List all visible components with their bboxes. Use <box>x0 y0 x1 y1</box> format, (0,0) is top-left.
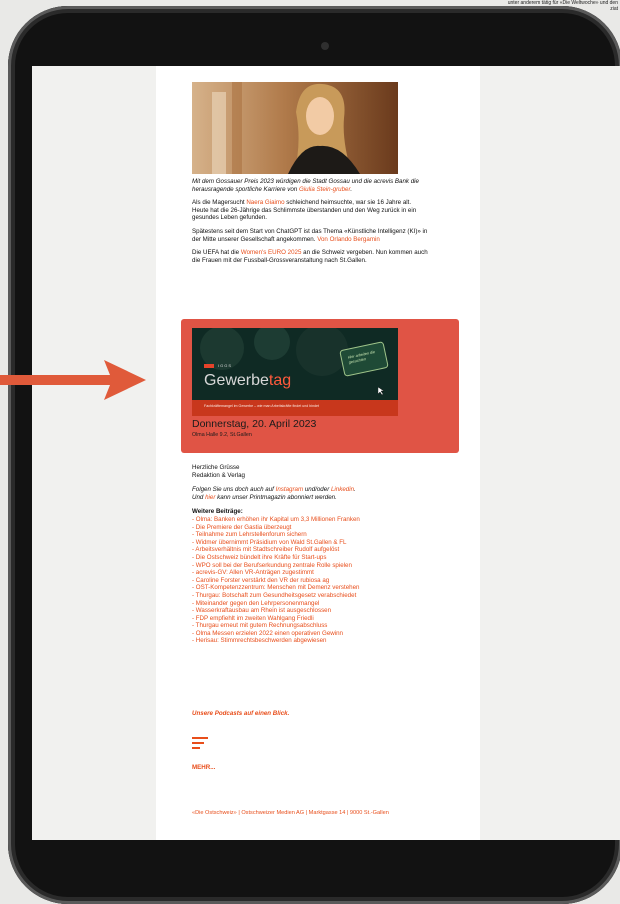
article-link[interactable]: - Thurgau: Botschaft zum Gesundheitsgese… <box>192 592 428 600</box>
text: Und <box>192 493 206 501</box>
text: Folgen Sie uns doch auch auf <box>192 486 276 494</box>
title-accent: tag <box>268 372 292 389</box>
article-link[interactable]: - OST-Kompetenzzentrum: Menschen mit Dem… <box>192 584 428 592</box>
event-place: Olma Halle 9.2, St.Gallen <box>192 432 252 438</box>
newsletter-content: Mit dem Gossauer Preis 2023 würdigen die… <box>192 178 428 270</box>
greeting-line: Redaktion & Verlag <box>192 471 245 479</box>
article-link[interactable]: - Wasserkraftausbau am Rhein ist ausgesc… <box>192 607 428 615</box>
footer-text: «Die Ostschweiz» | Ostschweizer Medien A… <box>192 810 389 816</box>
article-link[interactable]: - Arbeitsverhältnis mit Stadtschreiber R… <box>192 546 428 554</box>
text: Spätestens seit dem Start von ChatGPT is… <box>192 227 428 243</box>
menu-lines-icon[interactable] <box>192 736 208 750</box>
hero-image[interactable] <box>192 82 398 174</box>
title-main: Gewerbe <box>204 372 269 389</box>
newsletter-email: Mit dem Gossauer Preis 2023 würdigen die… <box>156 66 480 840</box>
tablet-screen: Mit dem Gossauer Preis 2023 würdigen die… <box>32 66 620 840</box>
article-link[interactable]: - WPO soll bei der Berufserkundung zentr… <box>192 562 428 570</box>
link-naera-giaimo[interactable]: Naera Giaimo <box>246 199 284 206</box>
article-link[interactable]: - Thurgau erneut mit gutem Rechnungsabsc… <box>192 622 428 630</box>
article-link[interactable]: - Die Premiere der Gastia überzeugt <box>192 524 428 532</box>
paragraph-uefa: Die UEFA hat die Women's EURO 2025 an di… <box>192 249 428 264</box>
banner-title: Gewerbetag <box>204 372 291 390</box>
link-womens-euro[interactable]: Women's EURO 2025 <box>241 249 302 256</box>
mehr-link[interactable]: MEHR... <box>192 764 215 771</box>
article-link[interactable]: - Die Ostschweiz bündelt ihre Kräfte für… <box>192 554 428 562</box>
paragraph-ki: Spätestens seit dem Start von ChatGPT is… <box>192 228 428 243</box>
link-linkedin[interactable]: Linkedin <box>331 486 354 493</box>
brand-small-text: IGGS <box>218 363 233 368</box>
newsletter-lower: Herzliche Grüsse Redaktion & Verlag Folg… <box>192 464 428 645</box>
gewerbetag-banner[interactable]: IGGS Gewerbetag Fachkräftemangel im Gewe… <box>192 328 398 416</box>
brand-mark-icon <box>204 364 214 368</box>
article-link[interactable]: - FDP empfiehlt im zweiten Wahlgang Frie… <box>192 615 428 623</box>
more-articles-list: - Olma: Banken erhöhen ihr Kapital um 3,… <box>192 516 428 645</box>
text: kann unser Printmagazin abonniert werden… <box>215 493 337 501</box>
arrow-right-icon <box>0 358 150 402</box>
intro-end: . <box>350 185 353 193</box>
more-articles-title: Weitere Beiträge: <box>192 508 243 516</box>
article-link[interactable]: - Herisau: Stimmrechtsbeschwerden abgewi… <box>192 637 428 645</box>
banner-subtitle: Fachkräftemangel im Gewerbe – wie man Ar… <box>204 404 320 408</box>
link-instagram[interactable]: Instagram <box>276 486 304 493</box>
intro-paragraph: Mit dem Gossauer Preis 2023 würdigen die… <box>192 178 428 193</box>
text: . <box>354 486 356 494</box>
article-link[interactable]: - Widmer übernimmt Präsidium von Wald St… <box>192 539 428 547</box>
text: und/oder <box>303 486 331 494</box>
paragraph-magersucht: Als die Magersucht Naera Giaimo schleich… <box>192 199 428 222</box>
article-link[interactable]: - acrevis-GV: Allen VR-Anträgen zugestim… <box>192 569 428 577</box>
follow-paragraph: Folgen Sie uns doch auch auf Instagram u… <box>192 486 428 501</box>
event-date: Donnerstag, 20. April 2023 <box>192 418 317 430</box>
camera-icon <box>321 42 329 50</box>
text: Die UEFA hat die <box>192 249 241 257</box>
link-orlando-bergamin[interactable]: Von Orlando Bergamin <box>317 236 380 243</box>
link-hier[interactable]: hier <box>205 494 215 501</box>
text: Als die Magersucht <box>192 199 247 207</box>
article-link[interactable]: - Miteinander gegen den Lehrpersonenmang… <box>192 600 428 608</box>
link-giulia-steingruber[interactable]: Giulia Stein-gruber <box>299 186 350 193</box>
article-link[interactable]: - Olma Messen erzielen 2022 einen operat… <box>192 630 428 638</box>
cursor-icon <box>377 382 385 396</box>
article-link[interactable]: - Teilnahme zum Lehrstellenforum sichern <box>192 531 428 539</box>
article-link[interactable]: - Olma: Banken erhöhen ihr Kapital um 3,… <box>192 516 428 524</box>
podcasts-link[interactable]: Unsere Podcasts auf einen Blick. <box>192 710 289 717</box>
greeting-line: Herzliche Grüsse <box>192 464 240 471</box>
article-link[interactable]: - Caroline Forster verstärkt den VR der … <box>192 577 428 585</box>
